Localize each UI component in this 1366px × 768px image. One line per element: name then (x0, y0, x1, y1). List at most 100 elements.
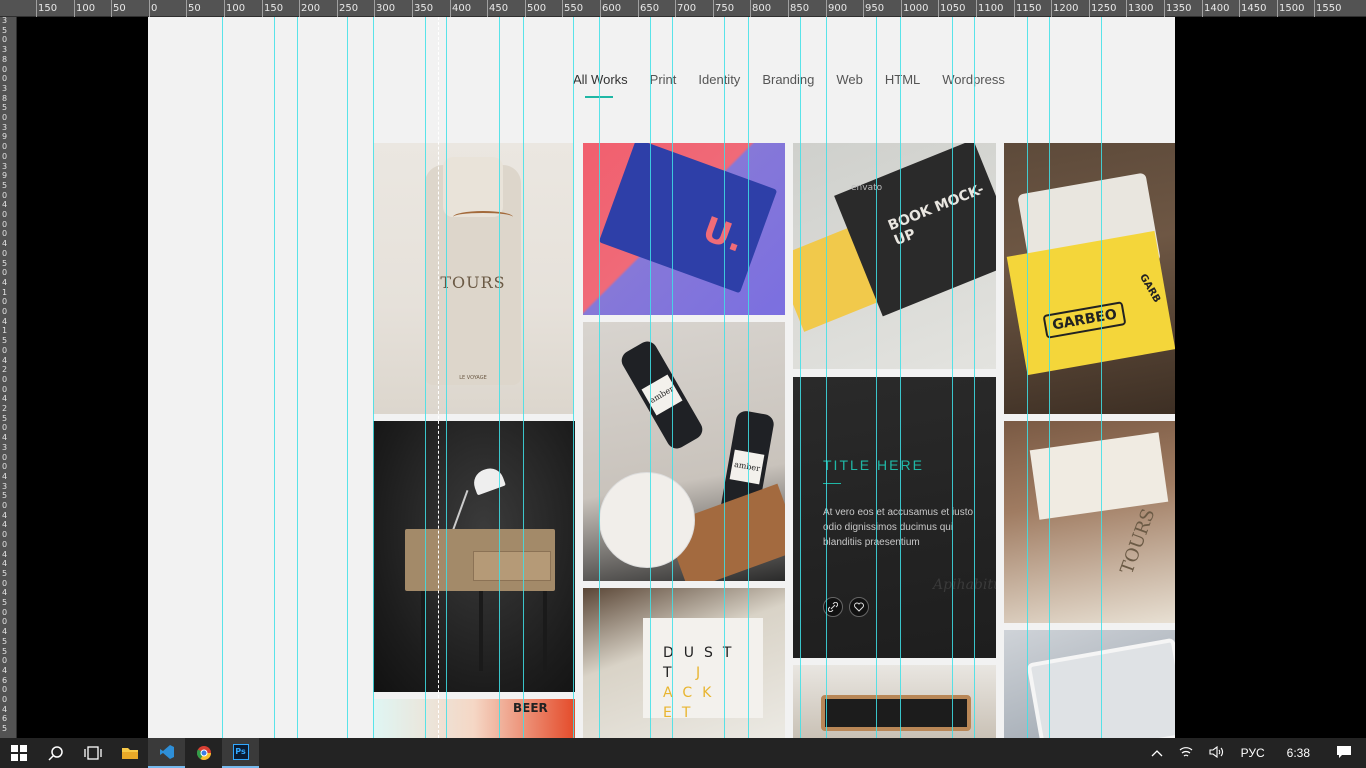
guide-line[interactable] (373, 17, 374, 738)
guide-line[interactable] (573, 17, 574, 738)
horizontal-ruler[interactable]: 150 100 50 0 50 100 150 200 250 300 350 400 450 500 55… (0, 0, 1366, 17)
guide-line[interactable] (1027, 17, 1028, 738)
guide-line[interactable] (222, 17, 223, 738)
task-view-icon[interactable] (74, 738, 111, 768)
filter-branding[interactable]: Branding (762, 72, 814, 87)
filter-identity[interactable]: Identity (698, 72, 740, 87)
vertical-ruler[interactable]: 3503800385039003950400040504100415042004… (0, 17, 17, 738)
ruler-tick (186, 0, 187, 17)
ruler-label: 2 (2, 404, 8, 413)
ruler-label: 350 (414, 3, 434, 14)
ruler-label: 0 (2, 384, 8, 394)
portfolio-item-bag[interactable]: TOURS LE VOYAGE (373, 143, 574, 414)
portfolio-item-dust-jacket[interactable]: DUST T J ACK ET (583, 588, 785, 738)
photoshop-icon[interactable]: Ps (222, 738, 259, 768)
start-icon[interactable] (0, 738, 37, 768)
ruler-label: 8 (2, 93, 8, 103)
guide-line[interactable] (650, 17, 651, 738)
guide-line[interactable] (599, 17, 600, 738)
nightstand-drawer (473, 551, 551, 581)
ruler-label: 1300 (1128, 3, 1154, 14)
ruler-label: 0 (2, 307, 8, 316)
guide-line[interactable] (499, 17, 500, 738)
ruler-label: 0 (2, 578, 8, 588)
language-indicator[interactable]: РУС (1241, 746, 1265, 760)
guide-line[interactable] (672, 17, 673, 738)
clock[interactable]: 6:38 (1287, 746, 1310, 760)
ruler-label: 9 (2, 171, 8, 181)
guide-line[interactable] (347, 17, 348, 738)
ruler-label: 0 (2, 35, 8, 45)
vscode-icon[interactable] (148, 738, 185, 768)
guide-line[interactable] (446, 17, 447, 738)
ruler-label: 1200 (1053, 3, 1079, 14)
guide-line[interactable] (1049, 17, 1050, 738)
ruler-label: 5 (2, 636, 8, 646)
ruler-label: 3 (2, 83, 8, 93)
guide-line[interactable] (974, 17, 975, 738)
lamp-arm (451, 489, 469, 533)
chevron-up-icon[interactable] (1151, 746, 1163, 760)
ruler-label: 9 (2, 132, 8, 142)
ruler-label: 5 (2, 491, 8, 501)
book-image (598, 143, 778, 294)
search-icon[interactable] (37, 738, 74, 768)
ruler-label: 150 (264, 3, 284, 14)
overlay-title: TITLE HERE (823, 457, 924, 473)
guide-line[interactable] (724, 17, 725, 738)
ruler-tick (525, 0, 526, 17)
portfolio-item-bottles[interactable]: amber amber (583, 322, 785, 581)
guide-line[interactable] (297, 17, 298, 738)
wifi-icon[interactable] (1179, 746, 1193, 761)
plate (599, 472, 695, 568)
file-explorer-icon[interactable] (111, 738, 148, 768)
guide-line-dragging[interactable] (438, 17, 439, 738)
guide-line[interactable] (1101, 17, 1102, 738)
ruler-label: 1500 (1279, 3, 1305, 14)
guide-line[interactable] (826, 17, 827, 738)
filter-all-works[interactable]: All Works (573, 72, 628, 87)
guide-line[interactable] (952, 17, 953, 738)
guide-line[interactable] (748, 17, 749, 738)
portfolio-item-stool[interactable] (793, 665, 996, 738)
guide-line[interactable] (900, 17, 901, 738)
guide-line[interactable] (876, 17, 877, 738)
bottle-label: amber (729, 449, 765, 485)
action-center-icon[interactable] (1336, 745, 1352, 762)
ruler-label: 2 (2, 365, 8, 375)
portfolio-item-nightstand[interactable] (373, 421, 575, 692)
portfolio-item-beer[interactable]: BEER (373, 699, 575, 738)
ruler-label: 6 (2, 714, 8, 724)
heart-icon[interactable] (849, 597, 869, 617)
guide-line[interactable] (800, 17, 801, 738)
portfolio-item-tablet[interactable] (1004, 630, 1175, 738)
ruler-label: 0 (2, 530, 8, 540)
bottle-label: amber (641, 374, 683, 416)
portfolio-item-tours[interactable]: TOURS (1004, 421, 1175, 623)
ruler-label: 4 (2, 200, 8, 210)
ruler-label: 0 (2, 297, 8, 307)
ruler-label: 0 (2, 74, 8, 84)
beer-text: BEER (513, 701, 548, 715)
guide-line[interactable] (274, 17, 275, 738)
guide-line[interactable] (425, 17, 426, 738)
ruler-tick (1164, 0, 1165, 17)
document-canvas[interactable]: All Works Print Identity Branding Web HT… (17, 17, 1366, 738)
bottle: amber (618, 337, 706, 453)
ruler-label: 3 (2, 442, 8, 452)
portfolio-item-hover-overlay[interactable]: TITLE HERE At vero eos et accusamus et i… (793, 377, 996, 658)
portfolio-item-mockup[interactable]: BOOK MOCK-UP envato (793, 143, 996, 369)
ruler-label: 5 (2, 568, 8, 578)
guide-line[interactable] (523, 17, 524, 738)
chrome-icon[interactable] (185, 738, 222, 768)
ruler-tick (1126, 0, 1127, 17)
volume-icon[interactable] (1209, 745, 1225, 761)
ruler-label: 4 (2, 394, 8, 404)
portfolio-item-book[interactable]: U. (583, 143, 785, 315)
filter-html[interactable]: HTML (885, 72, 920, 87)
portfolio-item-garbeo[interactable]: GARBEO GARB (1004, 143, 1175, 414)
ruler-label: 1250 (1091, 3, 1117, 14)
filter-web[interactable]: Web (836, 72, 863, 87)
ruler-label: 1150 (1016, 3, 1042, 14)
ruler-tick (1239, 0, 1240, 17)
